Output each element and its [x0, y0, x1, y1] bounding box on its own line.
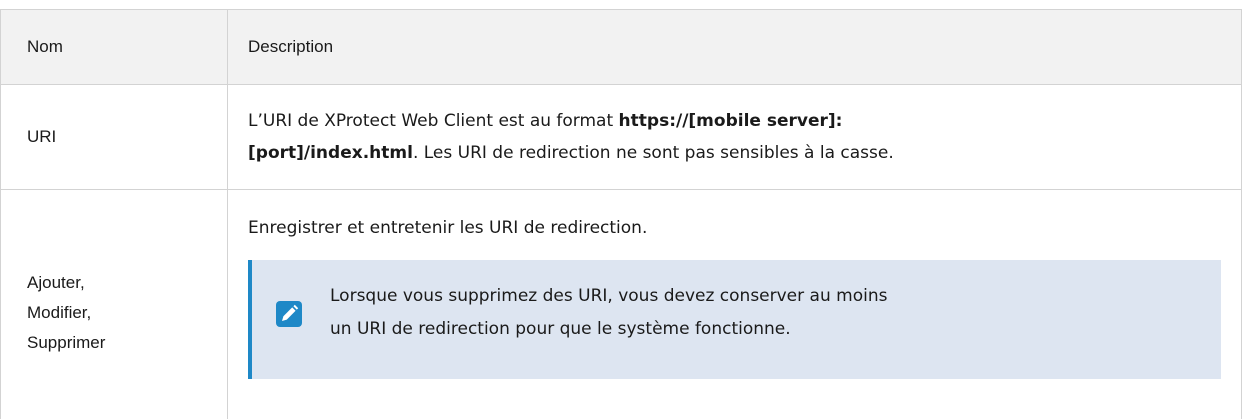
description-table: Nom Description URI L’URI de XProtect We… — [0, 9, 1242, 419]
note-line-1: Lorsque vous supprimez des URI, vous dev… — [330, 286, 888, 306]
header-name: Nom — [0, 9, 228, 85]
uri-desc-after: . Les URI de redirection ne sont pas sen… — [412, 143, 894, 163]
table-row: URI L’URI de XProtect Web Client est au … — [0, 84, 1242, 190]
uri-desc-before: L’URI de XProtect Web Client est au form… — [248, 111, 619, 131]
row-description-actions: Enregistrer et entretenir les URI de red… — [227, 189, 1242, 419]
note-text: Lorsque vous supprimez des URI, vous dev… — [330, 280, 1201, 346]
action-modify: Modifier — [27, 303, 87, 322]
table-header-row: Nom Description — [0, 9, 1242, 85]
pencil-icon — [276, 301, 302, 327]
note-box: Lorsque vous supprimez des URI, vous dev… — [248, 260, 1221, 379]
actions-description-text: Enregistrer et entretenir les URI de red… — [248, 218, 648, 238]
table-row: Ajouter, Modifier, Supprimer Enregistrer e… — [0, 189, 1242, 419]
row-description-uri: L’URI de XProtect Web Client est au form… — [227, 84, 1242, 190]
action-separator: , — [86, 303, 92, 322]
action-add: Ajouter — [27, 273, 80, 292]
uri-format-bold-2: [port]/index.html — [248, 143, 413, 163]
note-line-2: un URI de redirection pour que le systèm… — [330, 319, 791, 339]
row-name-uri: URI — [0, 84, 228, 190]
action-delete: Supprimer — [27, 333, 106, 352]
row-name-actions: Ajouter, Modifier, Supprimer — [0, 189, 228, 419]
uri-format-bold-1: https://[mobile server]: — [618, 111, 843, 131]
action-separator: , — [79, 273, 85, 292]
header-description: Description — [227, 9, 1242, 85]
